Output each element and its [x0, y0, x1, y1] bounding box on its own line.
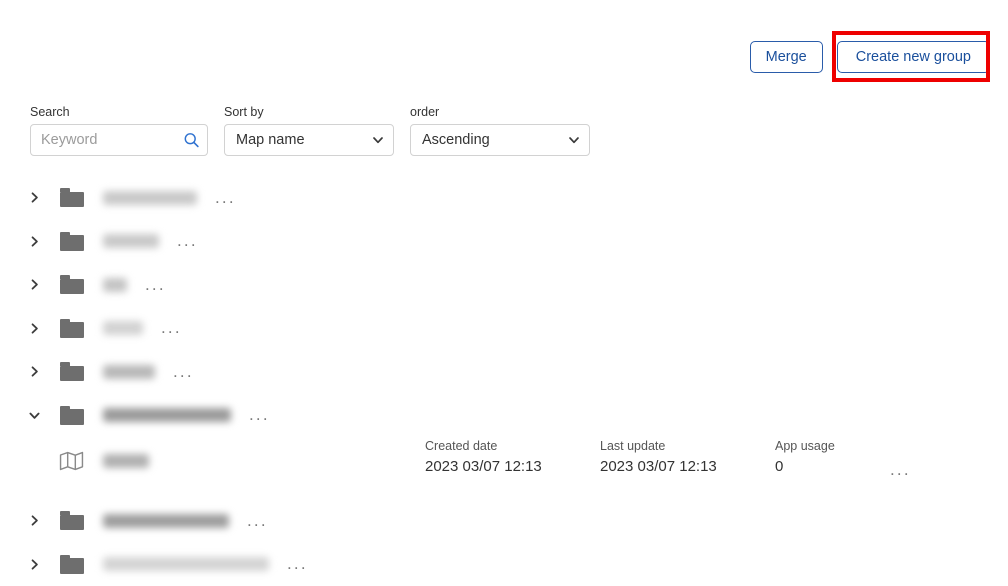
chevron-right-icon[interactable]	[28, 365, 41, 378]
sort-by-field: Sort by Map name	[224, 105, 394, 156]
folder-icon	[60, 232, 84, 251]
sort-by-select[interactable]: Map name	[224, 124, 394, 156]
group-row[interactable]: ...	[0, 543, 1008, 586]
expand-toggle[interactable]	[28, 278, 58, 291]
map-name-redacted[interactable]	[103, 454, 149, 468]
folder-icon	[60, 188, 84, 207]
map-row[interactable]: Created date2023 03/07 12:13Last update2…	[0, 437, 1008, 499]
order-select-wrapper: Ascending	[410, 124, 590, 156]
app-usage-value: 0	[775, 458, 890, 476]
group-row[interactable]: ...	[0, 307, 1008, 351]
group-name-redacted[interactable]	[103, 514, 229, 528]
action-toolbar: Merge Create new group	[750, 41, 990, 73]
folder-icon	[60, 511, 84, 530]
chevron-right-icon[interactable]	[28, 322, 41, 335]
group-row-menu-button[interactable]: ...	[145, 280, 166, 290]
map-metadata: Created date2023 03/07 12:13Last update2…	[425, 438, 911, 476]
chevron-right-icon[interactable]	[28, 514, 41, 527]
group-row-menu-button[interactable]: ...	[247, 516, 268, 526]
folder-icon	[60, 406, 84, 425]
expand-toggle[interactable]	[28, 409, 58, 422]
group-row-menu-button[interactable]: ...	[249, 410, 270, 420]
group-name-redacted[interactable]	[103, 557, 269, 571]
expand-toggle[interactable]	[28, 514, 58, 527]
chevron-right-icon[interactable]	[28, 278, 41, 291]
order-select[interactable]: Ascending	[410, 124, 590, 156]
expand-toggle[interactable]	[28, 191, 58, 204]
group-name-redacted[interactable]	[103, 278, 127, 292]
order-label: order	[410, 105, 590, 119]
app-usage-label: App usage	[775, 438, 890, 455]
group-row-menu-button[interactable]: ...	[215, 193, 236, 203]
chevron-right-icon[interactable]	[28, 558, 41, 571]
filter-bar: Search Sort by Map name order Ascending	[30, 105, 590, 156]
group-row[interactable]: ...	[0, 263, 1008, 307]
folder-icon	[60, 319, 84, 338]
group-row[interactable]: ...	[0, 394, 1008, 438]
last-update-value: 2023 03/07 12:13	[600, 458, 775, 476]
group-row-menu-button[interactable]: ...	[161, 323, 182, 333]
search-icon[interactable]	[183, 132, 200, 149]
sort-by-select-wrapper: Map name	[224, 124, 394, 156]
created-date-label: Created date	[425, 438, 600, 455]
chevron-right-icon[interactable]	[28, 235, 41, 248]
group-row-menu-button[interactable]: ...	[177, 236, 198, 246]
chevron-down-icon[interactable]	[28, 409, 41, 422]
group-row[interactable]: ...	[0, 220, 1008, 264]
search-label: Search	[30, 105, 208, 119]
group-row-menu-button[interactable]: ...	[287, 559, 308, 569]
order-field: order Ascending	[410, 105, 590, 156]
app-usage-column: App usage 0	[775, 438, 890, 476]
map-name-cell[interactable]	[58, 443, 149, 479]
folder-icon	[60, 555, 84, 574]
expand-toggle[interactable]	[28, 235, 58, 248]
last-update-column: Last update 2023 03/07 12:13	[600, 438, 775, 476]
expand-toggle[interactable]	[28, 558, 58, 571]
expand-toggle[interactable]	[28, 365, 58, 378]
folder-icon	[60, 362, 84, 381]
created-date-column: Created date 2023 03/07 12:13	[425, 438, 600, 476]
group-name-redacted[interactable]	[103, 321, 143, 335]
search-input[interactable]	[30, 124, 208, 156]
group-name-redacted[interactable]	[103, 234, 159, 248]
create-new-group-button[interactable]: Create new group	[837, 41, 990, 73]
group-name-redacted[interactable]	[103, 365, 155, 379]
expand-toggle[interactable]	[28, 322, 58, 335]
group-row[interactable]: ...	[0, 350, 1008, 394]
merge-button[interactable]: Merge	[750, 41, 823, 73]
group-row[interactable]: ...	[0, 499, 1008, 543]
map-row-menu-button[interactable]: ...	[890, 465, 911, 475]
search-field: Search	[30, 105, 208, 156]
folder-icon	[60, 275, 84, 294]
group-name-redacted[interactable]	[103, 191, 197, 205]
search-input-wrapper	[30, 124, 208, 156]
created-date-value: 2023 03/07 12:13	[425, 458, 600, 476]
sort-by-label: Sort by	[224, 105, 394, 119]
group-name-redacted[interactable]	[103, 408, 231, 422]
map-icon	[59, 451, 84, 471]
chevron-right-icon[interactable]	[28, 191, 41, 204]
group-row-menu-button[interactable]: ...	[173, 367, 194, 377]
group-tree: ..................Created date2023 03/07…	[0, 176, 1008, 586]
last-update-label: Last update	[600, 438, 775, 455]
group-row[interactable]: ...	[0, 176, 1008, 220]
